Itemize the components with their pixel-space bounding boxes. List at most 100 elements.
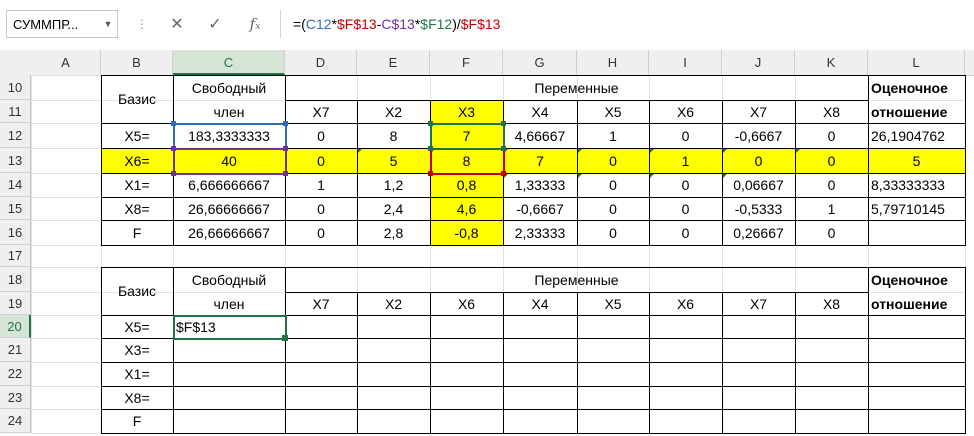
free-cell[interactable]: [173, 338, 285, 362]
basis-cell[interactable]: X1=: [101, 173, 173, 197]
var-header-x7[interactable]: X7: [722, 292, 795, 315]
row-header-21[interactable]: 21: [0, 338, 31, 362]
value-cell[interactable]: 0: [795, 173, 868, 197]
column-header-l[interactable]: L: [868, 50, 965, 75]
value-cell[interactable]: 8: [430, 148, 503, 173]
row-header-10[interactable]: 10: [0, 75, 31, 100]
var-header-x7[interactable]: X7: [722, 100, 795, 123]
empty-cell[interactable]: [577, 315, 649, 338]
reference-handle[interactable]: [501, 146, 506, 151]
reference-handle[interactable]: [501, 121, 506, 126]
value-cell[interactable]: 1: [577, 123, 649, 148]
value-cell[interactable]: 5: [357, 148, 430, 173]
ratio-header[interactable]: отношение: [868, 100, 965, 123]
var-header-x8[interactable]: X8: [795, 292, 868, 315]
basis-cell[interactable]: F: [101, 220, 173, 245]
variables-header[interactable]: Переменные: [285, 75, 868, 100]
reference-handle[interactable]: [428, 171, 433, 176]
value-cell[interactable]: 0: [577, 220, 649, 245]
empty-cell[interactable]: [868, 338, 965, 362]
value-cell[interactable]: 0: [649, 197, 722, 220]
value-cell[interactable]: 0: [649, 173, 722, 197]
row-header-20[interactable]: 20: [0, 315, 31, 338]
row-header-16[interactable]: 16: [0, 220, 31, 245]
empty-cell[interactable]: [285, 409, 357, 433]
column-header-d[interactable]: D: [285, 50, 357, 75]
empty-cell[interactable]: [722, 315, 795, 338]
ratio-cell[interactable]: 8,33333333: [868, 173, 965, 197]
empty-cell[interactable]: [649, 338, 722, 362]
reference-handle[interactable]: [428, 121, 433, 126]
free-header[interactable]: Свободный: [173, 75, 285, 100]
value-cell[interactable]: 2,8: [357, 220, 430, 245]
free-header[interactable]: Свободный: [173, 267, 285, 292]
empty-cell[interactable]: [577, 338, 649, 362]
empty-cell[interactable]: [357, 315, 430, 338]
value-cell[interactable]: -0,6667: [722, 123, 795, 148]
cancel-button[interactable]: ✕: [160, 10, 194, 38]
row-header-15[interactable]: 15: [0, 197, 31, 220]
empty-cell[interactable]: [285, 338, 357, 362]
fill-handle[interactable]: [282, 335, 288, 341]
empty-cell[interactable]: [430, 362, 503, 386]
empty-cell[interactable]: [577, 409, 649, 433]
value-cell[interactable]: -0,5333: [722, 197, 795, 220]
reference-handle[interactable]: [171, 146, 176, 151]
empty-cell[interactable]: [649, 315, 722, 338]
basis-cell[interactable]: X8=: [101, 197, 173, 220]
value-cell[interactable]: 7: [430, 123, 503, 148]
empty-cell[interactable]: [503, 362, 577, 386]
row-header-11[interactable]: 11: [0, 100, 31, 123]
ratio-cell[interactable]: [868, 220, 965, 245]
column-header-i[interactable]: I: [649, 50, 722, 75]
value-cell[interactable]: 0: [577, 197, 649, 220]
basis-cell[interactable]: X1=: [101, 362, 173, 386]
column-header-k[interactable]: K: [795, 50, 868, 75]
empty-cell[interactable]: [357, 362, 430, 386]
reference-handle[interactable]: [171, 121, 176, 126]
empty-cell[interactable]: [868, 386, 965, 409]
value-cell[interactable]: 1,33333: [503, 173, 577, 197]
empty-cell[interactable]: [722, 409, 795, 433]
var-header-x7[interactable]: X7: [285, 292, 357, 315]
value-cell[interactable]: 0: [795, 148, 868, 173]
basis-cell[interactable]: X8=: [101, 386, 173, 409]
basis-cell[interactable]: X3=: [101, 338, 173, 362]
free-cell[interactable]: 26,66666667: [173, 220, 285, 245]
var-header-x3[interactable]: X3: [430, 100, 503, 123]
free-cell[interactable]: 6,666666667: [173, 173, 285, 197]
row-header-18[interactable]: 18: [0, 267, 31, 292]
value-cell[interactable]: 0: [649, 123, 722, 148]
empty-cell[interactable]: [649, 362, 722, 386]
empty-cell[interactable]: [503, 409, 577, 433]
row-header-17[interactable]: 17: [0, 245, 31, 267]
empty-cell[interactable]: [285, 386, 357, 409]
basis-cell[interactable]: X6=: [101, 148, 173, 173]
free-header[interactable]: член: [173, 292, 285, 315]
ratio-cell[interactable]: 26,1904762: [868, 123, 965, 148]
value-cell[interactable]: 0,26667: [722, 220, 795, 245]
value-cell[interactable]: 0: [285, 123, 357, 148]
var-header-x4[interactable]: X4: [503, 100, 577, 123]
value-cell[interactable]: 0: [577, 173, 649, 197]
value-cell[interactable]: 0: [649, 220, 722, 245]
empty-cell[interactable]: [357, 409, 430, 433]
var-header-x2[interactable]: X2: [357, 292, 430, 315]
empty-cell[interactable]: [577, 386, 649, 409]
empty-cell[interactable]: [357, 338, 430, 362]
var-header-x4[interactable]: X4: [503, 292, 577, 315]
empty-cell[interactable]: [285, 315, 357, 338]
empty-cell[interactable]: [722, 386, 795, 409]
empty-cell[interactable]: [795, 409, 868, 433]
var-header-x8[interactable]: X8: [795, 100, 868, 123]
free-cell[interactable]: 183,3333333: [173, 123, 285, 148]
empty-cell[interactable]: [430, 409, 503, 433]
empty-cell[interactable]: [503, 338, 577, 362]
variables-header[interactable]: Переменные: [285, 267, 868, 292]
value-cell[interactable]: 2,33333: [503, 220, 577, 245]
value-cell[interactable]: -0,8: [430, 220, 503, 245]
name-box[interactable]: СУММПР... ▼: [6, 10, 118, 38]
drag-handle-icon[interactable]: ⋮: [136, 14, 148, 34]
value-cell[interactable]: 4,66667: [503, 123, 577, 148]
ratio-cell[interactable]: 5: [868, 148, 965, 173]
